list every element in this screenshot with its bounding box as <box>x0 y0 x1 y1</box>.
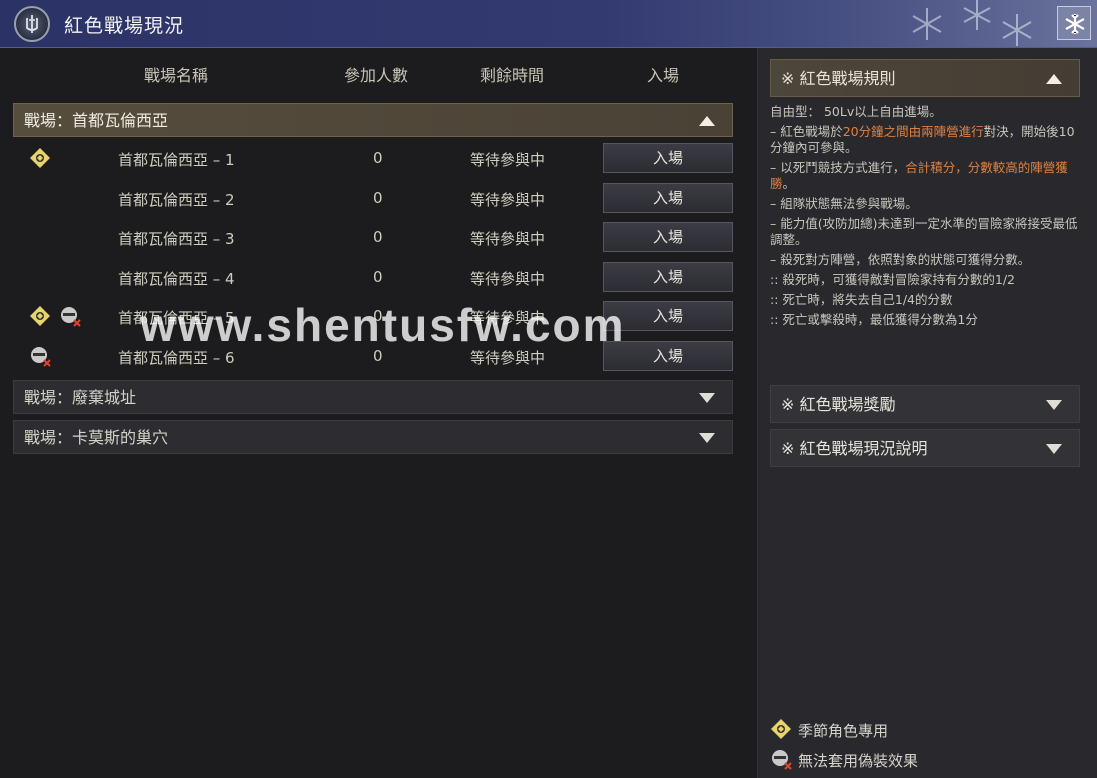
participant-count: 0 <box>373 268 383 286</box>
battlefield-name: 首都瓦倫西亞 – 1 <box>118 151 235 169</box>
participant-count: 0 <box>373 189 383 207</box>
group-header-valencia[interactable]: 戰場：首都瓦倫西亞 <box>13 103 733 137</box>
group-label: 戰場：首都瓦倫西亞 <box>24 111 169 130</box>
season-character-icon <box>771 719 791 739</box>
reward-header-label: ※ 紅色戰場獎勵 <box>781 395 896 414</box>
info-panel: ※ 紅色戰場規則 自由型： 50Lv以上自由進場。 – 紅色戰場於20分鐘之間由兩… <box>757 48 1097 778</box>
rule-text: :: 死亡或擊殺時，最低獲得分數為1分 <box>770 312 978 327</box>
battlefield-name: 首都瓦倫西亞 – 3 <box>118 230 235 248</box>
rule-line: – 紅色戰場於20分鐘之間由兩陣營進行對決，開始後10分鐘內可參與。 <box>770 124 1080 156</box>
enter-button[interactable]: 入場 <box>603 262 733 292</box>
rule-text: :: 死亡時，將失去自己1/4的分數 <box>770 292 953 307</box>
rule-line: – 殺死對方陣營，依照對象的狀態可獲得分數。 <box>770 252 1080 268</box>
table-row: 首都瓦倫西亞 – 4 0 等待參與中 入場 <box>13 262 733 296</box>
rule-text: 自由型： 50Lv以上自由進場。 <box>770 104 942 119</box>
rule-text: – 殺死對方陣營，依照對象的狀態可獲得分數。 <box>770 252 1031 267</box>
table-row: 首都瓦倫西亞 – 2 0 等待參與中 入場 <box>13 183 733 217</box>
rules-text: 自由型： 50Lv以上自由進場。 – 紅色戰場於20分鐘之間由兩陣營進行對決，開始… <box>770 104 1080 332</box>
rule-text: 。 <box>782 176 796 191</box>
chevron-down-icon <box>1046 400 1062 410</box>
season-character-icon <box>30 306 50 326</box>
rule-line: 自由型： 50Lv以上自由進場。 <box>770 104 1080 120</box>
status-header-label: ※ 紅色戰場現況說明 <box>781 439 928 458</box>
status-text: 等待參與中 <box>470 191 546 209</box>
status-text: 等待參與中 <box>470 151 546 169</box>
column-header-participants: 參加人數 <box>344 66 409 85</box>
rule-text: – 能力值(攻防加總)未達到一定水準的冒險家將接受最低調整。 <box>770 216 1078 247</box>
status-info-section-header[interactable]: ※ 紅色戰場現況說明 <box>770 429 1080 467</box>
enter-button[interactable]: 入場 <box>603 222 733 252</box>
snowflake-decoration-icon <box>912 0 1032 46</box>
rule-line: – 以死鬥競技方式進行，合計積分，分數較高的陣營獲勝。 <box>770 160 1080 192</box>
shield-sword-emblem-icon <box>14 6 50 42</box>
group-header-kamos-lair[interactable]: 戰場：卡莫斯的巢穴 <box>13 420 733 454</box>
rule-highlight-text: 20分鐘之間由兩陣營進行 <box>842 124 984 139</box>
no-disguise-icon <box>31 347 51 367</box>
chevron-up-icon <box>1046 74 1062 84</box>
status-text: 等待參與中 <box>470 270 546 288</box>
no-disguise-icon <box>61 307 81 327</box>
rule-text: – 以死鬥競技方式進行， <box>770 160 906 175</box>
participant-count: 0 <box>373 149 383 167</box>
enter-button[interactable]: 入場 <box>603 183 733 213</box>
rule-text: – 組隊狀態無法參與戰場。 <box>770 196 918 211</box>
legend-season-label: 季節角色專用 <box>798 722 889 740</box>
window-title: 紅色戰場現況 <box>64 15 185 37</box>
battlefield-list-panel: 戰場名稱 參加人數 剩餘時間 入場 戰場：首都瓦倫西亞 首都瓦倫西亞 – 1 0… <box>0 48 756 778</box>
watermark-text: www.shentusfw.com <box>140 299 626 351</box>
title-bar: 紅色戰場現況 <box>0 0 1097 48</box>
legend-disguise-label: 無法套用偽裝效果 <box>798 752 919 770</box>
group-label: 戰場：廢棄城址 <box>24 388 137 407</box>
reward-section-header[interactable]: ※ 紅色戰場獎勵 <box>770 385 1080 423</box>
chevron-up-icon <box>699 116 715 126</box>
snowflake-close-icon[interactable] <box>1057 6 1091 40</box>
battlefield-name: 首都瓦倫西亞 – 4 <box>118 270 235 288</box>
rule-line: – 能力值(攻防加總)未達到一定水準的冒險家將接受最低調整。 <box>770 216 1080 248</box>
group-label: 戰場：卡莫斯的巢穴 <box>24 428 169 447</box>
participant-count: 0 <box>373 228 383 246</box>
rule-text: – 紅色戰場於 <box>770 124 843 139</box>
table-row: 首都瓦倫西亞 – 3 0 等待參與中 入場 <box>13 222 733 256</box>
battlefield-name: 首都瓦倫西亞 – 2 <box>118 191 235 209</box>
chevron-down-icon <box>699 433 715 443</box>
rule-text: :: 殺死時，可獲得敵對冒險家持有分數的1/2 <box>770 272 1016 287</box>
chevron-down-icon <box>699 393 715 403</box>
column-header-remaining-time: 剩餘時間 <box>480 66 545 85</box>
column-header-enter: 入場 <box>647 66 680 85</box>
rule-line: :: 死亡或擊殺時，最低獲得分數為1分 <box>770 312 1080 328</box>
table-row: 首都瓦倫西亞 – 1 0 等待參與中 入場 <box>13 143 733 177</box>
rule-line: :: 死亡時，將失去自己1/4的分數 <box>770 292 1080 308</box>
chevron-down-icon <box>1046 444 1062 454</box>
no-disguise-icon <box>772 750 792 770</box>
enter-button[interactable]: 入場 <box>603 143 733 173</box>
season-character-icon <box>30 148 50 168</box>
status-text: 等待參與中 <box>470 230 546 248</box>
group-header-abandoned-ruins[interactable]: 戰場：廢棄城址 <box>13 380 733 414</box>
rule-line: :: 殺死時，可獲得敵對冒險家持有分數的1/2 <box>770 272 1080 288</box>
column-header-name: 戰場名稱 <box>144 66 209 85</box>
rules-section-header[interactable]: ※ 紅色戰場規則 <box>770 59 1080 97</box>
rule-line: – 組隊狀態無法參與戰場。 <box>770 196 1080 212</box>
rules-header-label: ※ 紅色戰場規則 <box>781 69 896 88</box>
